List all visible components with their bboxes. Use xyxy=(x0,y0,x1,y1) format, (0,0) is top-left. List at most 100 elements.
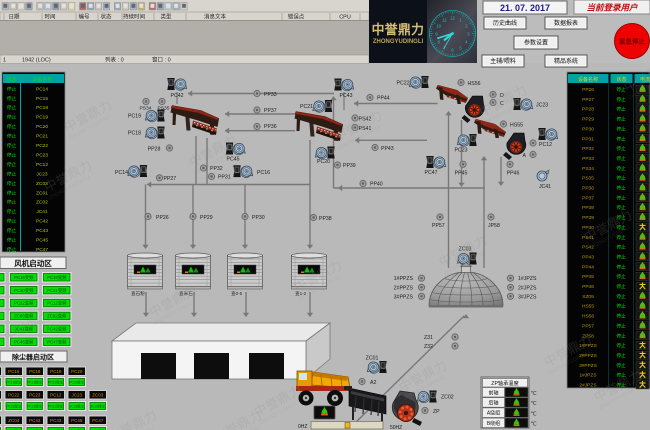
svg-text:PP37: PP37 xyxy=(582,195,594,201)
svg-text:停止: 停止 xyxy=(616,135,626,142)
svg-text:PC43: PC43 xyxy=(36,228,48,234)
svg-text:PC22: PC22 xyxy=(36,143,48,149)
svg-text:PP43: PP43 xyxy=(381,146,394,152)
svg-text:列表 : 0: 列表 : 0 xyxy=(105,56,124,64)
svg-text:停止: 停止 xyxy=(7,142,17,149)
svg-text:停止: 停止 xyxy=(616,155,626,162)
svg-text:JC41: JC41 xyxy=(36,209,48,215)
svg-text:PP26: PP26 xyxy=(156,215,169,221)
svg-text:HS55: HS55 xyxy=(510,123,523,129)
svg-text:PP46: PP46 xyxy=(507,171,520,177)
svg-text:编号: 编号 xyxy=(78,13,90,21)
svg-text:ZC03: ZC03 xyxy=(92,392,104,397)
svg-text:PS34: PS34 xyxy=(582,166,594,172)
svg-text:℃: ℃ xyxy=(531,422,538,428)
svg-text:PP40: PP40 xyxy=(370,182,383,188)
svg-text:1#JPZS: 1#JPZS xyxy=(579,373,596,379)
svg-text:PC47: PC47 xyxy=(425,170,438,176)
svg-text:停止: 停止 xyxy=(7,246,17,253)
svg-text:A绕组: A绕组 xyxy=(487,410,500,417)
svg-text:状态: 状态 xyxy=(6,76,16,83)
svg-text:PC20: PC20 xyxy=(71,369,83,374)
svg-text:PC16: PC16 xyxy=(8,369,20,374)
svg-text:PP36: PP36 xyxy=(582,186,594,192)
svg-text:PC20: PC20 xyxy=(36,124,48,130)
svg-text:风机启动区: 风机启动区 xyxy=(14,258,52,268)
svg-text:PC18: PC18 xyxy=(128,131,141,137)
svg-text:3#JPZS: 3#JPZS xyxy=(518,294,537,300)
svg-text:PP45: PP45 xyxy=(455,171,468,177)
svg-text:11: 11 xyxy=(442,18,447,23)
svg-text:12: 12 xyxy=(450,16,455,21)
svg-text:停止: 停止 xyxy=(616,303,626,310)
svg-text:PP32: PP32 xyxy=(582,146,594,152)
svg-text:PC12: PC12 xyxy=(50,392,62,397)
svg-text:停止: 停止 xyxy=(616,96,626,103)
svg-text:JC23: JC23 xyxy=(71,392,82,397)
svg-text:ZC02: ZC02 xyxy=(36,200,48,206)
svg-text:PC16变频: PC16变频 xyxy=(14,274,34,281)
svg-text:中誉鼎力: 中誉鼎力 xyxy=(372,22,425,37)
svg-text:PP29: PP29 xyxy=(200,215,213,221)
svg-text:后轴: 后轴 xyxy=(488,400,498,407)
svg-text:PC19: PC19 xyxy=(128,114,141,120)
svg-text:精品系统: 精品系统 xyxy=(554,57,578,65)
svg-text:ZC04: ZC04 xyxy=(8,418,20,423)
svg-text:停止: 停止 xyxy=(7,123,17,130)
svg-text:PC47: PC47 xyxy=(92,418,104,423)
svg-text:PP28: PP28 xyxy=(148,147,161,153)
svg-text:类型: 类型 xyxy=(160,13,172,21)
svg-text:除尘器启动区: 除尘器启动区 xyxy=(12,353,54,362)
svg-text:2#PPZS: 2#PPZS xyxy=(394,285,414,291)
svg-text:PP31: PP31 xyxy=(582,136,594,142)
svg-text:PC18变频: PC18变频 xyxy=(47,274,67,281)
svg-text:停止: 停止 xyxy=(616,263,626,270)
svg-text:停止: 停止 xyxy=(7,161,17,168)
svg-text:JC23: JC23 xyxy=(36,171,48,177)
svg-text:HS56: HS56 xyxy=(582,314,594,320)
svg-text:PP39: PP39 xyxy=(343,163,356,169)
svg-text:停止: 停止 xyxy=(7,199,17,206)
svg-text:停止: 停止 xyxy=(7,95,17,102)
svg-text:PC12除尘: PC12除尘 xyxy=(48,404,64,409)
svg-text:停止: 停止 xyxy=(616,313,626,320)
svg-text:停止: 停止 xyxy=(7,133,17,140)
svg-text:PC12变频: PC12变频 xyxy=(47,300,67,307)
svg-text:PC18除尘: PC18除尘 xyxy=(27,380,43,385)
svg-text:停止: 停止 xyxy=(616,253,626,260)
svg-text:PP39: PP39 xyxy=(582,215,594,221)
svg-text:1: 1 xyxy=(3,58,6,64)
svg-text:停止: 停止 xyxy=(616,106,626,113)
svg-text:1#PPZS: 1#PPZS xyxy=(394,276,414,282)
svg-text:设备名称: 设备名称 xyxy=(578,76,598,83)
svg-text:PP30: PP30 xyxy=(582,126,594,132)
svg-text:PP44: PP44 xyxy=(582,264,594,270)
svg-text:CPU: CPU xyxy=(339,15,351,21)
svg-text:PC19除尘: PC19除尘 xyxy=(48,380,64,385)
svg-text:停止: 停止 xyxy=(7,104,17,111)
svg-text:PS34: PS34 xyxy=(140,106,152,112)
svg-text:停止: 停止 xyxy=(7,85,17,92)
svg-text:停止: 停止 xyxy=(7,227,17,234)
svg-text:PC23: PC23 xyxy=(455,148,468,154)
svg-text:PP57: PP57 xyxy=(582,323,594,329)
svg-text:PC42: PC42 xyxy=(36,219,48,225)
svg-text:A: A xyxy=(523,153,527,159)
svg-text:PP44: PP44 xyxy=(377,96,390,102)
svg-text:停止: 停止 xyxy=(616,332,626,339)
svg-text:PC42: PC42 xyxy=(171,93,184,99)
svg-text:停止: 停止 xyxy=(616,273,626,280)
svg-text:JC41: JC41 xyxy=(539,184,551,190)
svg-text:PS35: PS35 xyxy=(582,176,594,182)
svg-text:消息文本: 消息文本 xyxy=(204,13,227,21)
svg-text:PC19: PC19 xyxy=(36,115,48,121)
svg-text:℃: ℃ xyxy=(531,411,538,417)
svg-text:参数设置: 参数设置 xyxy=(524,39,548,47)
svg-text:PP33: PP33 xyxy=(264,92,277,98)
svg-text:窗口 : 0: 窗口 : 0 xyxy=(152,56,171,64)
svg-text:0HZ: 0HZ xyxy=(298,424,307,430)
svg-text:停止: 停止 xyxy=(616,342,626,349)
svg-text:PC22变频: PC22变频 xyxy=(14,300,34,307)
svg-text:停止: 停止 xyxy=(616,175,626,182)
svg-text:停止: 停止 xyxy=(616,352,626,359)
